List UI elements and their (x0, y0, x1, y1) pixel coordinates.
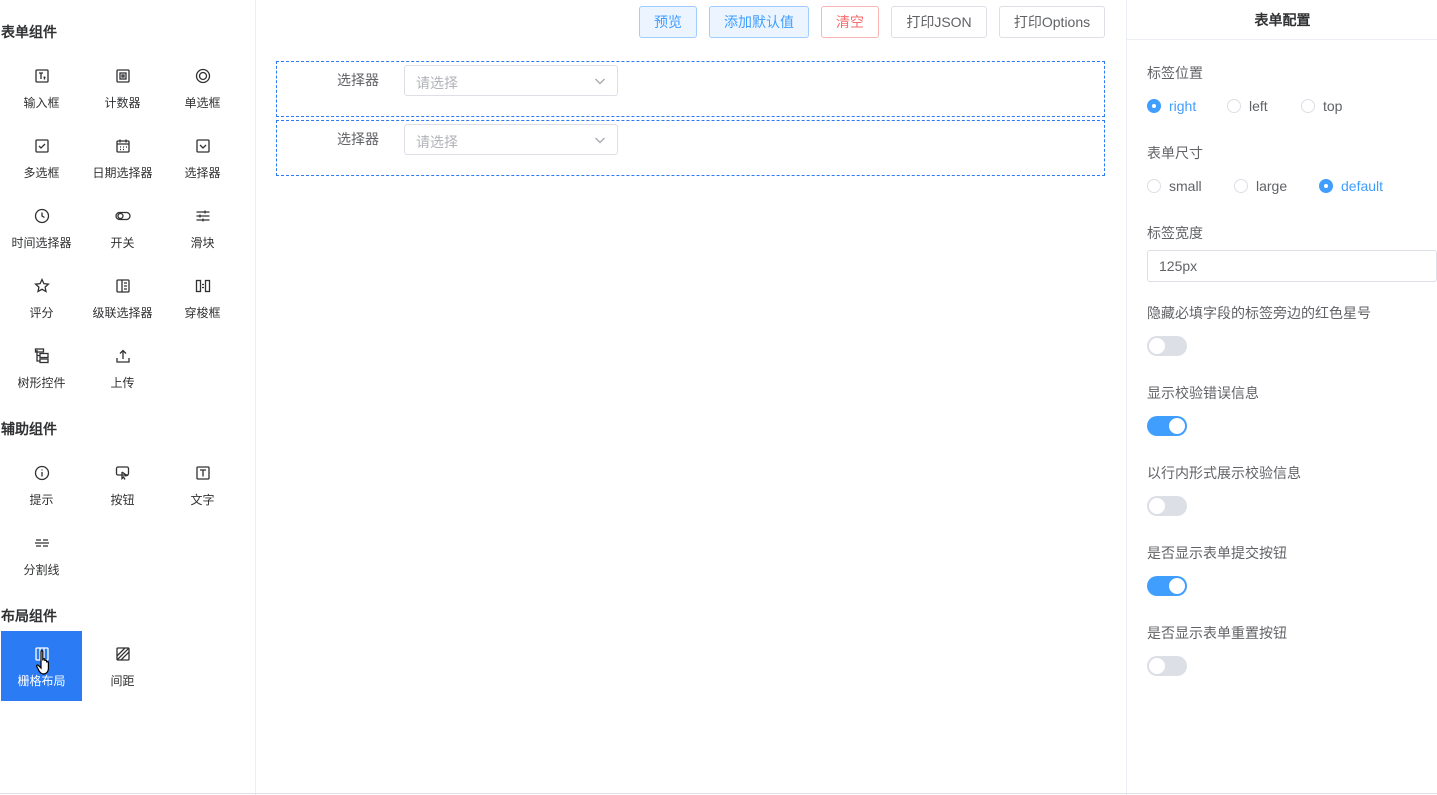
component-button[interactable]: 按钮 (82, 450, 163, 520)
preview-button[interactable]: 预览 (639, 6, 697, 38)
field-label: 选择器 (337, 72, 379, 88)
radio-form-size-default[interactable]: default (1319, 178, 1383, 194)
select-input[interactable]: 请选择 (404, 124, 618, 155)
switch-icon (114, 207, 132, 225)
hide-required-asterisk-switch[interactable] (1147, 336, 1187, 356)
label-width-label: 标签宽度 (1147, 225, 1203, 241)
button-icon (114, 464, 132, 482)
component-select[interactable]: 选择器 (162, 123, 243, 193)
divider-icon (33, 534, 51, 552)
calendar-icon (114, 137, 132, 155)
component-text[interactable]: 文字 (162, 450, 243, 520)
form-config-panel: 表单配置 标签位置 right left top 表单尺寸 small larg… (1126, 0, 1437, 795)
canvas-field-select-2[interactable]: 选择器 请选择 (276, 120, 1105, 176)
select-input[interactable]: 请选择 (404, 65, 618, 96)
radio-form-size-large[interactable]: large (1234, 178, 1287, 194)
show-submit-label: 是否显示表单提交按钮 (1147, 545, 1287, 561)
component-transfer[interactable]: 穿梭框 (162, 263, 243, 333)
chevron-down-icon (593, 74, 607, 88)
group-title-layout: 布局组件 (1, 608, 57, 624)
component-slider[interactable]: 滑块 (162, 193, 243, 263)
field-label: 选择器 (337, 131, 379, 147)
toolbar: 预览 添加默认值 清空 打印JSON 打印Options (257, 0, 1125, 44)
component-date-picker[interactable]: 日期选择器 (82, 123, 163, 193)
show-submit-switch[interactable] (1147, 576, 1187, 596)
counter-icon (114, 67, 132, 85)
component-upload[interactable]: 上传 (82, 333, 163, 403)
group-title-auxiliary: 辅助组件 (1, 421, 57, 437)
component-space[interactable]: 间距 (82, 631, 163, 701)
component-tree[interactable]: 树形控件 (1, 333, 82, 403)
inline-message-switch[interactable] (1147, 496, 1187, 516)
form-designer: 表单组件 输入框 计数器 单选框 多选框 日期选择器 选择器 时间选择器 开关 … (0, 0, 1437, 795)
print-options-button[interactable]: 打印Options (999, 6, 1105, 38)
checkbox-icon (33, 137, 51, 155)
component-rate[interactable]: 评分 (1, 263, 82, 333)
hand-cursor-icon (36, 650, 49, 675)
tree-icon (33, 347, 51, 365)
slider-icon (194, 207, 212, 225)
input-icon (33, 67, 51, 85)
radio-form-size-small[interactable]: small (1147, 178, 1202, 194)
component-checkbox[interactable]: 多选框 (1, 123, 82, 193)
show-message-label: 显示校验错误信息 (1147, 385, 1259, 401)
component-cascader[interactable]: 级联选择器 (82, 263, 163, 333)
show-reset-switch[interactable] (1147, 656, 1187, 676)
space-icon (114, 645, 132, 663)
transfer-icon (194, 277, 212, 295)
radio-label-position-top[interactable]: top (1301, 98, 1342, 114)
info-icon (33, 464, 51, 482)
radio-label-position-right[interactable]: right (1147, 98, 1196, 114)
bottom-border (0, 793, 1437, 794)
cascader-icon (114, 277, 132, 295)
config-panel-title: 表单配置 (1127, 0, 1437, 40)
select-icon (194, 137, 212, 155)
show-message-switch[interactable] (1147, 416, 1187, 436)
group-title-form: 表单组件 (1, 24, 57, 40)
show-reset-label: 是否显示表单重置按钮 (1147, 625, 1287, 641)
component-radio[interactable]: 单选框 (162, 53, 243, 123)
select-placeholder: 请选择 (416, 75, 458, 91)
inline-message-label: 以行内形式展示校验信息 (1147, 465, 1301, 481)
label-width-input[interactable]: 125px (1147, 250, 1437, 282)
text-icon (194, 464, 212, 482)
star-icon (33, 277, 51, 295)
form-size-label: 表单尺寸 (1147, 145, 1203, 161)
component-panel: 表单组件 输入框 计数器 单选框 多选框 日期选择器 选择器 时间选择器 开关 … (0, 0, 256, 795)
component-counter[interactable]: 计数器 (82, 53, 163, 123)
clock-icon (33, 207, 51, 225)
add-default-value-button[interactable]: 添加默认值 (709, 6, 809, 38)
component-alert[interactable]: 提示 (1, 450, 82, 520)
radio-label-position-left[interactable]: left (1227, 98, 1268, 114)
component-divider[interactable]: 分割线 (1, 520, 82, 590)
component-switch[interactable]: 开关 (82, 193, 163, 263)
hide-required-asterisk-label: 隐藏必填字段的标签旁边的红色星号 (1147, 305, 1371, 321)
upload-icon (114, 347, 132, 365)
print-json-button[interactable]: 打印JSON (891, 6, 987, 38)
chevron-down-icon (593, 133, 607, 147)
clear-button[interactable]: 清空 (821, 6, 879, 38)
select-placeholder: 请选择 (416, 134, 458, 150)
canvas-field-select-1[interactable]: 选择器 请选择 (276, 61, 1105, 117)
component-time-picker[interactable]: 时间选择器 (1, 193, 82, 263)
label-position-label: 标签位置 (1147, 65, 1203, 81)
radio-icon (194, 67, 212, 85)
component-input[interactable]: 输入框 (1, 53, 82, 123)
